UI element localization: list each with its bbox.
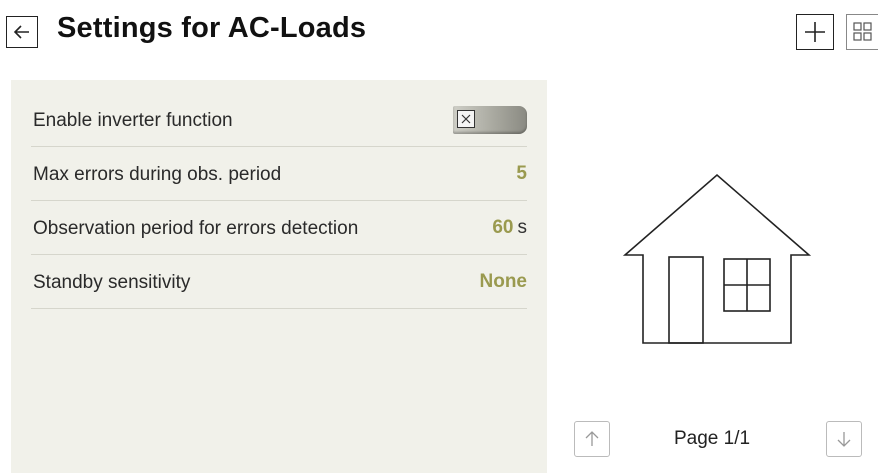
settings-panel: Enable inverter function Max errors duri…	[11, 80, 547, 473]
checkbox-unchecked-icon	[457, 110, 475, 128]
page-up-button[interactable]	[574, 421, 610, 457]
setting-value-wrapper: 60 s	[492, 217, 527, 239]
setting-value: None	[479, 271, 528, 292]
enable-inverter-toggle[interactable]	[453, 106, 527, 134]
arrow-left-icon	[13, 25, 29, 39]
grid-icon	[853, 22, 872, 41]
setting-label: Observation period for errors detection	[33, 218, 359, 239]
setting-value-wrapper: 5	[516, 163, 527, 185]
setting-label: Max errors during obs. period	[33, 164, 282, 185]
add-button[interactable]	[796, 14, 834, 50]
setting-row-observation-period[interactable]: Observation period for errors detection …	[31, 201, 527, 255]
arrow-down-icon	[837, 432, 851, 447]
setting-value-wrapper: None	[480, 271, 528, 293]
house-icon	[622, 173, 812, 344]
setting-row-enable-inverter: Enable inverter function	[31, 93, 527, 147]
preview-panel: Page 1/1	[547, 80, 878, 473]
setting-unit: s	[517, 217, 528, 238]
setting-row-standby-sensitivity[interactable]: Standby sensitivity None	[31, 255, 527, 309]
setting-value: 5	[516, 163, 527, 184]
plus-icon	[805, 22, 825, 42]
setting-label: Enable inverter function	[33, 110, 233, 131]
back-button[interactable]	[6, 16, 38, 48]
page-indicator: Page 1/1	[674, 428, 751, 449]
arrow-up-icon	[585, 431, 599, 446]
setting-row-max-errors[interactable]: Max errors during obs. period 5	[31, 147, 527, 201]
setting-label: Standby sensitivity	[33, 272, 191, 293]
setting-value: 60	[492, 217, 514, 238]
page-down-button[interactable]	[826, 421, 862, 457]
header: Settings for AC-Loads	[0, 0, 878, 72]
grid-view-button[interactable]	[846, 14, 878, 50]
page-title: Settings for AC-Loads	[57, 12, 367, 44]
